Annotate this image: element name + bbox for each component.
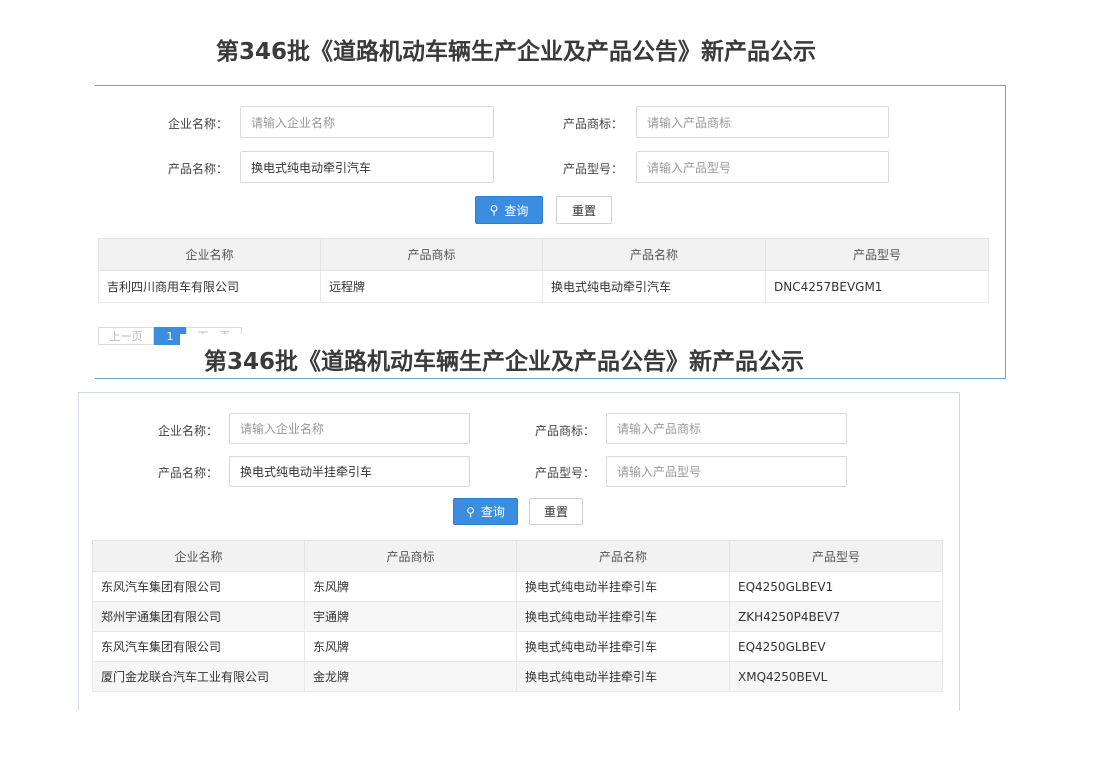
cell-product: 换电式纯电动半挂牵引车: [516, 601, 730, 632]
result-table: 企业名称 产品商标 产品名称 产品型号 吉利四川商用车有限公司 远程牌 换电式纯…: [98, 238, 989, 303]
reset-button[interactable]: 重置: [556, 196, 612, 224]
table-row: 东风汽车集团有限公司 东风牌 换电式纯电动半挂牵引车 EQ4250GLBEV1: [92, 571, 943, 602]
panel-left-border: [78, 392, 79, 710]
prev-page-button[interactable]: 上一页: [98, 327, 154, 345]
cell-product: 换电式纯电动牵引汽车: [542, 270, 766, 303]
table-row: 东风汽车集团有限公司 东风牌 换电式纯电动半挂牵引车 EQ4250GLBEV: [92, 631, 943, 662]
cell-company: 郑州宇通集团有限公司: [92, 601, 305, 632]
col-header-company[interactable]: 企业名称: [98, 238, 321, 271]
product-name-input[interactable]: 换电式纯电动牵引汽车: [240, 151, 494, 183]
company-name-label: 企业名称：: [167, 117, 228, 131]
company-name-input[interactable]: 请输入企业名称: [229, 413, 470, 444]
cell-brand: 金龙牌: [304, 661, 517, 692]
cell-model: XMQ4250BEVL: [729, 661, 943, 692]
col-header-brand[interactable]: 产品商标: [304, 540, 517, 572]
reset-button[interactable]: 重置: [529, 498, 583, 525]
cell-brand: 远程牌: [320, 270, 543, 303]
col-header-model[interactable]: 产品型号: [765, 238, 989, 271]
col-header-product[interactable]: 产品名称: [516, 540, 730, 572]
cell-brand: 东风牌: [304, 631, 517, 662]
brand-label: 产品商标：: [562, 117, 623, 131]
table-row: 厦门金龙联合汽车工业有限公司 金龙牌 换电式纯电动半挂牵引车 XMQ4250BE…: [92, 661, 943, 692]
cell-product: 换电式纯电动半挂牵引车: [516, 571, 730, 602]
brand-input[interactable]: 请输入产品商标: [636, 106, 889, 138]
cell-brand: 东风牌: [304, 571, 517, 602]
col-header-product[interactable]: 产品名称: [542, 238, 766, 271]
col-header-model[interactable]: 产品型号: [729, 540, 943, 572]
cell-model: DNC4257BEVGM1: [765, 270, 989, 303]
cell-model: EQ4250GLBEV1: [729, 571, 943, 602]
product-name-label: 产品名称：: [167, 162, 228, 176]
cell-company: 吉利四川商用车有限公司: [98, 270, 321, 303]
page-title: 第346批《道路机动车辆生产企业及产品公告》新产品公示: [204, 349, 805, 375]
model-input[interactable]: 请输入产品型号: [636, 151, 889, 183]
search-button[interactable]: ⚲ 查询: [453, 498, 518, 525]
search-button[interactable]: ⚲ 查询: [475, 196, 543, 224]
page-title: 第346批《道路机动车辆生产企业及产品公告》新产品公示: [216, 39, 817, 65]
brand-input[interactable]: 请输入产品商标: [606, 413, 847, 444]
model-input[interactable]: 请输入产品型号: [606, 456, 847, 487]
model-label: 产品型号：: [562, 162, 623, 176]
cell-brand: 宇通牌: [304, 601, 517, 632]
product-name-label: 产品名称：: [157, 466, 218, 480]
product-name-input[interactable]: 换电式纯电动半挂牵引车: [229, 456, 470, 487]
search-button-label: 查询: [480, 505, 505, 519]
company-name-input[interactable]: 请输入企业名称: [240, 106, 494, 138]
search-icon: ⚲: [466, 504, 475, 519]
company-name-label: 企业名称：: [157, 424, 218, 438]
search-button-label: 查询: [504, 203, 529, 218]
cell-company: 厦门金龙联合汽车工业有限公司: [92, 661, 305, 692]
table-row: 吉利四川商用车有限公司 远程牌 换电式纯电动牵引汽车 DNC4257BEVGM1: [98, 270, 989, 303]
cell-company: 东风汽车集团有限公司: [92, 571, 305, 602]
result-table: 企业名称 产品商标 产品名称 产品型号 东风汽车集团有限公司 东风牌 换电式纯电…: [92, 540, 943, 692]
model-label: 产品型号：: [534, 466, 595, 480]
cell-model: EQ4250GLBEV: [729, 631, 943, 662]
cell-company: 东风汽车集团有限公司: [92, 631, 305, 662]
brand-label: 产品商标：: [534, 424, 595, 438]
col-header-company[interactable]: 企业名称: [92, 540, 305, 572]
cell-model: ZKH4250P4BEV7: [729, 601, 943, 632]
table-row: 郑州宇通集团有限公司 宇通牌 换电式纯电动半挂牵引车 ZKH4250P4BEV7: [92, 601, 943, 632]
col-header-brand[interactable]: 产品商标: [320, 238, 543, 271]
cell-product: 换电式纯电动半挂牵引车: [516, 631, 730, 662]
panel-top-border: [95, 85, 1005, 86]
search-icon: ⚲: [489, 203, 499, 217]
cell-product: 换电式纯电动半挂牵引车: [516, 661, 730, 692]
